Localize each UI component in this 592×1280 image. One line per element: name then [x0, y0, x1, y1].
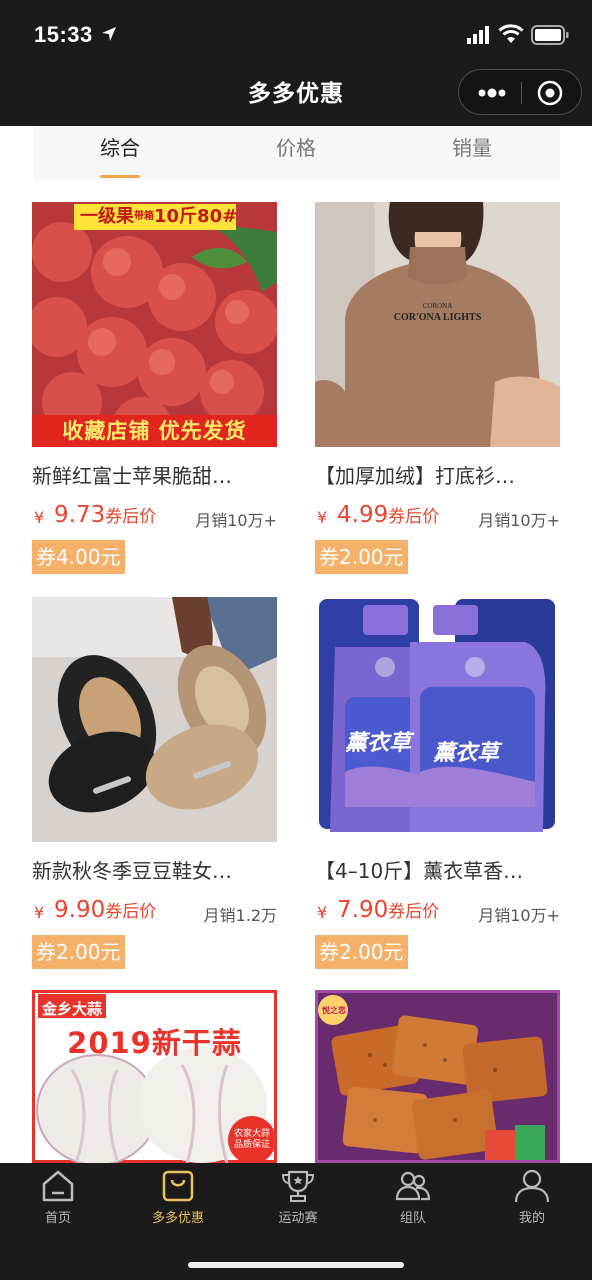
currency-symbol: ¥	[34, 903, 45, 922]
battery-icon	[531, 25, 569, 45]
price-value: 7.90券后价	[337, 897, 439, 923]
product-card[interactable]: 新款秋冬季豆豆鞋女… ¥ 9.90券后价 月销1.2万 券2.00元	[32, 597, 277, 972]
tab-price[interactable]: 价格	[236, 132, 356, 176]
product-card[interactable]: CORONA COR'ONA LIGHTS 【加厚加绒】打底衫… ¥ 4.99券…	[315, 202, 560, 577]
price-suffix: 券后价	[105, 507, 157, 527]
product-title[interactable]: 新鲜红富士苹果脆甜…	[32, 460, 277, 489]
tabbar-item-team[interactable]: 组队	[363, 1167, 463, 1237]
capsule-divider	[521, 82, 522, 104]
tabbar-item-home[interactable]: 首页	[8, 1167, 108, 1237]
monthly-sales: 月销10万+	[195, 511, 277, 530]
shopping-bag-icon	[162, 1170, 194, 1202]
tab-label: 销量	[452, 136, 492, 160]
tabbar-label: 首页	[44, 1211, 71, 1226]
product-card[interactable]: 金乡大蒜 2019新干蒜 农家大蒜 品质保证	[32, 990, 277, 1163]
tabbar-label: 多多优惠	[151, 1211, 204, 1226]
top-header: 15:33 多多优惠	[0, 0, 592, 126]
banner-tag: 金乡大蒜	[42, 1000, 103, 1018]
banner-top-small: 带箱	[134, 211, 154, 222]
banner-top-text: 一级果带箱10斤80#	[80, 204, 237, 230]
product-card[interactable]: 悦之恋	[315, 990, 560, 1163]
bottle-label-right: 薰衣草	[433, 741, 500, 766]
tabbar-item-deals[interactable]: 多多优惠	[128, 1167, 228, 1237]
price-suffix: 券后价	[105, 902, 157, 922]
currency-symbol: ¥	[317, 508, 328, 527]
shirt-print-small: CORONA	[422, 302, 453, 310]
product-image[interactable]: 一级果带箱10斤80# 收藏店铺 优先发货	[32, 202, 277, 447]
monthly-sales: 月销1.2万	[203, 906, 277, 925]
sweater-photo	[315, 202, 560, 447]
product-card[interactable]: 一级果带箱10斤80# 收藏店铺 优先发货 新鲜红富士苹果脆甜… ¥ 9.73券…	[32, 202, 277, 577]
banner-top-tail: 10斤80#	[154, 206, 238, 227]
product-title[interactable]: 【加厚加绒】打底衫…	[315, 460, 560, 489]
price-row: ¥ 7.90券后价 月销10万+	[315, 897, 560, 927]
price-number: 4.99	[337, 502, 389, 528]
monthly-sales: 月销10万+	[478, 906, 560, 925]
tab-sales[interactable]: 销量	[412, 132, 532, 176]
price-value: 9.73券后价	[54, 502, 156, 528]
currency-symbol: ¥	[317, 903, 328, 922]
quality-badge: 农家大蒜 品质保证	[228, 1129, 276, 1151]
snack-photo	[315, 990, 560, 1163]
product-image[interactable]	[32, 597, 277, 842]
tabbar-label: 我的	[518, 1211, 545, 1226]
product-card[interactable]: 薰衣草 薰衣草 【4–10斤】薰衣草香… ¥ 7.90券后价 月销10万+ 券2…	[315, 597, 560, 972]
product-image[interactable]: 薰衣草 薰衣草	[315, 597, 560, 842]
price-value: 9.90券后价	[54, 897, 156, 923]
tabbar-label: 运动赛	[278, 1211, 318, 1226]
shirt-print-large: COR'ONA LIGHTS	[393, 312, 482, 323]
miniprogram-capsule	[458, 69, 582, 115]
active-tab-indicator	[100, 175, 140, 178]
cellular-signal-icon	[467, 26, 489, 44]
tabbar-item-sports[interactable]: 运动赛	[248, 1167, 348, 1237]
status-bar: 15:33	[0, 0, 592, 70]
price-row: ¥ 9.90券后价 月销1.2万	[32, 897, 277, 927]
close-miniprogram-icon[interactable]	[537, 80, 563, 106]
shoes-photo	[32, 597, 277, 842]
coupon-badge: 券2.00元	[32, 935, 125, 969]
banner-title: 2019新干蒜	[67, 1026, 242, 1060]
trophy-icon	[281, 1170, 315, 1202]
apple-photo	[32, 202, 277, 447]
sort-tabs: 综合 价格 销量	[34, 126, 560, 180]
price-value: 4.99券后价	[337, 502, 439, 528]
brand-logo-text: 悦之恋	[322, 1006, 346, 1015]
price-number: 7.90	[337, 897, 389, 923]
price-number: 9.73	[54, 502, 106, 528]
home-indicator[interactable]	[188, 1262, 404, 1268]
tabbar-item-profile[interactable]: 我的	[482, 1167, 582, 1237]
product-title[interactable]: 【4–10斤】薰衣草香…	[315, 855, 560, 884]
wifi-icon	[498, 24, 524, 43]
coupon-badge: 券2.00元	[315, 935, 408, 969]
tab-comprehensive[interactable]: 综合	[60, 132, 180, 178]
price-suffix: 券后价	[388, 902, 440, 922]
badge-line-2: 品质保证	[233, 1140, 270, 1150]
price-row: ¥ 4.99券后价 月销10万+	[315, 502, 560, 532]
team-icon	[395, 1171, 431, 1201]
product-image[interactable]: CORONA COR'ONA LIGHTS	[315, 202, 560, 447]
detergent-photo	[315, 597, 560, 842]
tab-label: 综合	[100, 136, 140, 160]
location-arrow-icon	[102, 27, 116, 41]
banner-top-main: 一级果	[80, 206, 134, 227]
tabbar-label: 组队	[399, 1211, 426, 1226]
product-image[interactable]: 金乡大蒜 2019新干蒜 农家大蒜 品质保证	[32, 990, 277, 1163]
status-time: 15:33	[34, 22, 93, 47]
banner-bottom-text: 收藏店铺 优先发货	[62, 419, 247, 443]
price-suffix: 券后价	[388, 507, 440, 527]
home-icon	[42, 1170, 74, 1202]
coupon-badge: 券2.00元	[315, 540, 408, 574]
bottle-label-left: 薰衣草	[345, 731, 412, 756]
badge-line-1: 农家大蒜	[233, 1129, 270, 1139]
tab-label: 价格	[276, 136, 316, 160]
price-number: 9.90	[54, 897, 106, 923]
more-dots-icon[interactable]	[477, 84, 507, 102]
product-image[interactable]: 悦之恋	[315, 990, 560, 1163]
currency-symbol: ¥	[34, 508, 45, 527]
user-icon	[514, 1169, 550, 1203]
coupon-badge: 券4.00元	[32, 540, 125, 574]
price-row: ¥ 9.73券后价 月销10万+	[32, 502, 277, 532]
monthly-sales: 月销10万+	[478, 511, 560, 530]
product-title[interactable]: 新款秋冬季豆豆鞋女…	[32, 855, 277, 884]
